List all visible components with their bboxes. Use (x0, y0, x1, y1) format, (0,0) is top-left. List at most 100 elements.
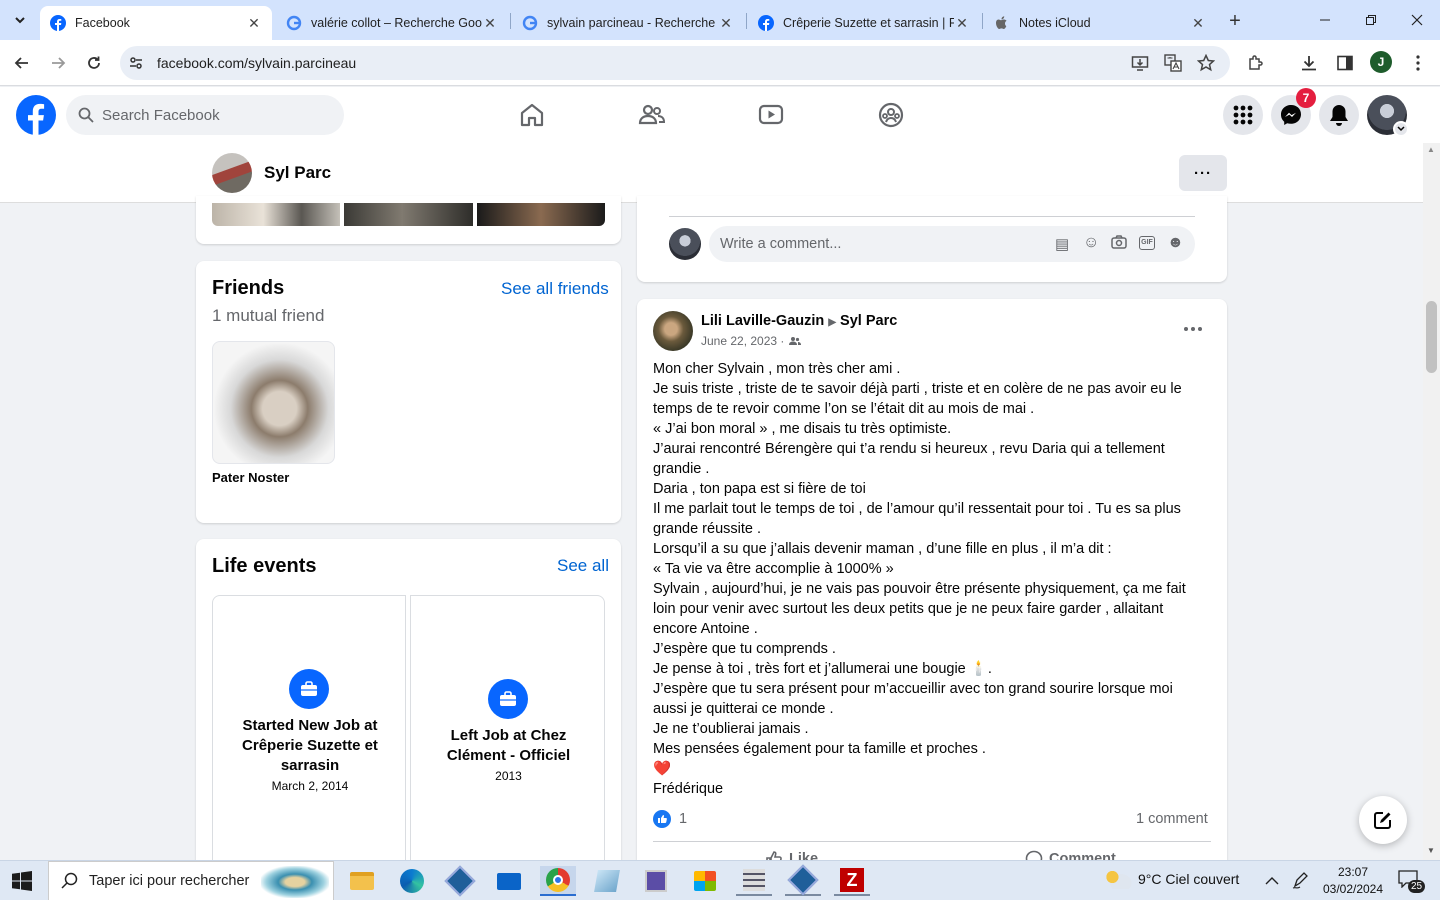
menu-button[interactable] (1223, 95, 1263, 135)
url-text[interactable]: facebook.com/sylvain.parcineau (157, 55, 356, 71)
filezilla-icon[interactable]: Z (834, 866, 870, 896)
chrome-profile-avatar[interactable]: J (1370, 51, 1392, 73)
site-settings-icon[interactable] (128, 55, 144, 71)
post-date[interactable]: June 22, 2023 · (701, 334, 784, 348)
nav-friends[interactable] (638, 101, 666, 129)
file-explorer-icon[interactable] (344, 866, 380, 896)
close-icon[interactable]: ✕ (482, 15, 498, 32)
tab-facebook[interactable]: Facebook ✕ (40, 6, 272, 40)
app-icon[interactable] (785, 864, 821, 896)
life-event-tile[interactable]: Left Job at Chez Clément - Officiel 2013 (410, 595, 605, 875)
commenter-avatar[interactable] (669, 228, 701, 260)
close-window-button[interactable] (1404, 8, 1430, 32)
scrollbar-down-arrow[interactable]: ▼ (1427, 846, 1435, 855)
facebook-header: Search Facebook 7 (0, 87, 1440, 143)
app-icon[interactable] (736, 866, 772, 896)
install-app-icon[interactable] (1131, 54, 1149, 77)
extensions-button[interactable] (1244, 51, 1268, 75)
translate-icon[interactable] (1164, 54, 1182, 77)
see-all-friends-link[interactable]: See all friends (501, 279, 609, 299)
close-icon[interactable]: ✕ (954, 15, 970, 32)
clock-date: 03/02/2024 (1322, 882, 1384, 896)
tab-title: Crêperie Suzette et sarrasin | Fa (783, 16, 954, 30)
reload-button[interactable] (82, 51, 106, 75)
more-horizontal-icon: ··· (1194, 164, 1212, 182)
tab-icloud-notes[interactable]: Notes iCloud ✕ (984, 6, 1216, 40)
weather-widget[interactable]: 9°C Ciel couvert (1104, 869, 1239, 889)
nav-watch[interactable] (757, 101, 785, 129)
comment-count-link[interactable]: 1 comment (1136, 811, 1208, 827)
comment-input[interactable]: Write a comment... ▤ ☺ GIF ☻ (709, 226, 1195, 262)
downloads-button[interactable] (1297, 51, 1321, 75)
back-button[interactable] (10, 51, 34, 75)
forward-button[interactable] (46, 51, 70, 75)
taskbar-search[interactable]: Taper ici pour rechercher (48, 861, 334, 900)
profile-more-button[interactable]: ··· (1179, 155, 1227, 191)
system-tray-chevron-icon[interactable] (1265, 873, 1279, 891)
page-scrollbar[interactable]: ▲ ▼ (1423, 143, 1440, 860)
mutual-friends-count: 1 mutual friend (212, 306, 325, 325)
facebook-logo[interactable] (16, 95, 56, 135)
nav-home[interactable] (518, 101, 546, 129)
new-tab-button[interactable]: + (1222, 8, 1248, 34)
maximize-button[interactable] (1358, 8, 1384, 32)
google-icon (522, 15, 538, 31)
profile-name[interactable]: Syl Parc (264, 163, 331, 183)
start-button[interactable] (8, 869, 36, 893)
mail-icon[interactable] (491, 866, 527, 896)
pen-icon[interactable] (1292, 871, 1310, 894)
edge-icon[interactable] (394, 866, 430, 896)
new-message-button[interactable] (1359, 796, 1407, 844)
app-icon[interactable] (638, 866, 674, 896)
tab-google-sylvain[interactable]: sylvain parcineau - Recherche G ✕ (512, 6, 744, 40)
tab-creperie[interactable]: Crêperie Suzette et sarrasin | Fa ✕ (748, 6, 980, 40)
chrome-icon[interactable] (540, 866, 576, 896)
photo-thumbnail[interactable] (212, 203, 340, 226)
app-icon[interactable] (442, 865, 478, 897)
post-options-button[interactable] (1177, 313, 1209, 345)
notification-center[interactable]: 25 (1398, 870, 1426, 894)
life-event-tile[interactable]: Started New Job at Crêperie Suzette et s… (212, 595, 406, 875)
clock[interactable]: 23:07 03/02/2024 (1318, 864, 1388, 898)
bookmark-star-icon[interactable] (1196, 53, 1216, 77)
close-icon[interactable]: ✕ (246, 15, 262, 32)
sticker-icon[interactable]: ☻ (1167, 234, 1184, 252)
messenger-badge: 7 (1296, 88, 1316, 108)
app-icon[interactable] (589, 866, 625, 896)
search-icon (78, 107, 94, 123)
avatar-sticker-icon[interactable]: ▤ (1055, 235, 1069, 253)
store-icon[interactable] (687, 866, 723, 896)
facebook-search[interactable]: Search Facebook (66, 95, 344, 135)
post-author-name[interactable]: Lili Laville-Gauzin (701, 313, 824, 329)
address-bar[interactable]: facebook.com/sylvain.parcineau (120, 46, 1230, 80)
camera-icon[interactable] (1111, 234, 1127, 250)
post-target-name[interactable]: Syl Parc (840, 313, 897, 329)
post-text-line: Lorsqu’il a su que j’allais devenir mama… (653, 541, 1112, 557)
scrollbar-up-arrow[interactable]: ▲ (1427, 145, 1435, 154)
gif-icon[interactable]: GIF (1139, 236, 1155, 250)
profile-avatar[interactable] (212, 153, 252, 193)
side-panel-button[interactable] (1333, 51, 1357, 75)
friend-photo[interactable] (212, 341, 335, 464)
photo-thumbnail[interactable] (344, 203, 473, 226)
tab-search-button[interactable] (8, 8, 32, 32)
chrome-menu-button[interactable] (1406, 51, 1430, 75)
account-dropdown-icon[interactable] (1393, 121, 1409, 137)
nav-groups[interactable] (877, 101, 905, 129)
facebook-icon (50, 15, 66, 31)
post-author-avatar[interactable] (653, 311, 693, 351)
post-text-line: grande réussite . (653, 521, 762, 537)
tab-google-valerie[interactable]: valérie collot – Recherche Goog ✕ (276, 6, 508, 40)
close-icon (1411, 14, 1423, 26)
close-icon[interactable]: ✕ (718, 15, 734, 32)
scrollbar-thumb[interactable] (1426, 301, 1437, 373)
notifications-button[interactable] (1319, 95, 1359, 135)
see-all-life-events-link[interactable]: See all (557, 556, 609, 576)
minimize-button[interactable] (1312, 8, 1338, 32)
reactions-summary[interactable]: 1 (653, 810, 687, 828)
close-icon[interactable]: ✕ (1190, 15, 1206, 32)
post-text-line: aussi je quitterai ce monde . (653, 701, 834, 717)
friend-name[interactable]: Pater Noster (212, 470, 289, 485)
photo-thumbnail[interactable] (477, 203, 605, 226)
emoji-icon[interactable]: ☺ (1083, 234, 1099, 252)
